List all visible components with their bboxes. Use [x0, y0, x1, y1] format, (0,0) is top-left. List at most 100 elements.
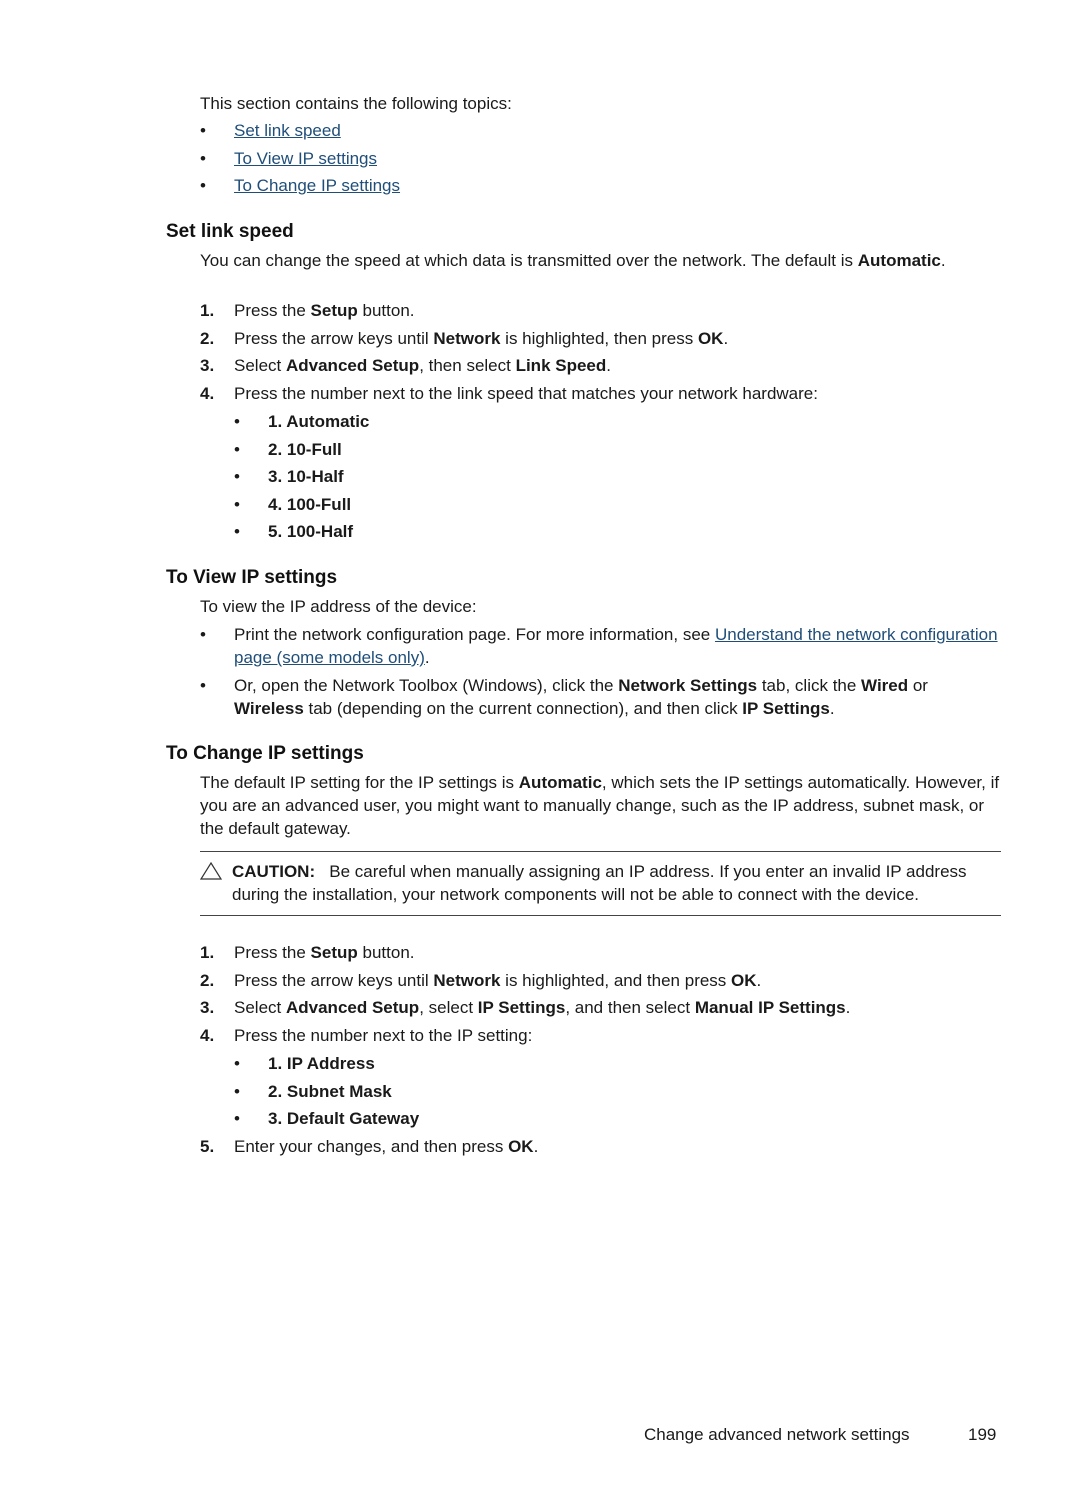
text-run: .	[829, 699, 835, 718]
change-ip-description: The default IP setting for the IP settin…	[200, 771, 1005, 840]
bullet-icon: •	[200, 676, 206, 695]
step-number: 1.	[200, 301, 215, 320]
bullet-icon: •	[234, 522, 240, 541]
text-run: Press the arrow keys until	[234, 970, 434, 990]
step-number: 4.	[200, 383, 215, 403]
link-speed-steps: 1. Press the Setup button. 2. Press the arr…	[200, 300, 1000, 410]
step-number: 3.	[200, 356, 215, 375]
change-ip-step-5: 5. Enter your changes, and then press OK…	[200, 1136, 1000, 1158]
bullet-icon: •	[234, 1109, 240, 1128]
step-text: Press the Setup button.	[234, 301, 415, 320]
bold-term: Setup	[310, 943, 358, 962]
list-item: • Print the network configuration page. …	[200, 623, 1000, 669]
item-text: Or, open the Network Toolbox (Windows), …	[234, 676, 928, 718]
topic-item: • To Change IP settings	[200, 175, 400, 203]
step-number: 5.	[200, 1137, 215, 1156]
step-number: 1.	[200, 943, 215, 962]
bullet-icon: •	[234, 1054, 240, 1073]
bold-term: Advanced Setup	[285, 998, 420, 1017]
bold-term: IP Settings	[477, 998, 566, 1017]
option-item: • 2. Subnet Mask	[234, 1081, 419, 1109]
caution-icon	[199, 861, 223, 886]
bullet-icon: •	[234, 1081, 240, 1101]
text-run: or	[908, 676, 928, 695]
bullet-icon: •	[200, 148, 206, 168]
caution-label: CAUTION:	[232, 862, 316, 881]
text-run: Press the	[234, 943, 311, 962]
step-item: 3. Select Advanced Setup, select IP Setti…	[200, 997, 1010, 1019]
step-number: 2.	[200, 970, 215, 990]
bold-term: IP Settings	[742, 699, 830, 718]
heading-change-ip-settings: To Change IP settings	[166, 743, 364, 764]
bold-term: Link Speed	[515, 356, 607, 375]
heading-view-ip-settings: To View IP settings	[166, 567, 338, 588]
text-run: Press the number next to the link speed …	[234, 383, 818, 403]
text-run: Or, open the Network Toolbox (Windows), …	[234, 676, 619, 695]
option-item: • 4. 100-Full	[234, 494, 369, 522]
link-change-ip-settings[interactable]: To Change IP settings	[234, 176, 400, 195]
text-run: The default IP setting for the IP settin…	[200, 773, 519, 792]
step-number: 2.	[200, 328, 215, 348]
option-label: 1. Automatic	[268, 412, 370, 431]
step-text: Press the arrow keys until Network is hi…	[234, 329, 728, 348]
change-ip-steps: 1. Press the Setup button. 2. Press the arr…	[200, 942, 1010, 1052]
step-text: Press the number next to the link speed …	[234, 384, 818, 403]
bullet-icon: •	[234, 467, 240, 486]
option-item: • 1. Automatic	[234, 411, 369, 439]
text-run: , select	[419, 998, 478, 1017]
text-run: .	[756, 970, 762, 990]
step-text: Select Advanced Setup, then select Link …	[234, 356, 611, 375]
bullet-icon: •	[234, 439, 240, 459]
option-label: 3. 10-Half	[268, 467, 344, 486]
ip-setting-options: • 1. IP Address • 2. Subnet Mask • 3. Default…	[234, 1053, 419, 1136]
bullet-icon: •	[200, 121, 206, 140]
bold-term: Automatic	[518, 773, 602, 792]
bold-term: Wireless	[234, 699, 304, 718]
topic-item: • To View IP settings	[200, 148, 400, 176]
caution-text: Be careful when manually assigning an IP…	[232, 862, 967, 904]
heading-set-link-speed: Set link speed	[166, 221, 294, 242]
text-run: Press the number next to the IP setting:	[234, 1025, 533, 1045]
text-run: , then select	[419, 356, 516, 375]
text-run: tab, click the	[757, 676, 862, 695]
step-item: 5. Enter your changes, and then press OK…	[200, 1136, 1000, 1158]
step-item: 1. Press the Setup button.	[200, 300, 1000, 322]
step-number: 3.	[200, 998, 215, 1017]
option-label: 4. 100-Full	[268, 494, 352, 514]
step-item: 2. Press the arrow keys until Network is …	[200, 328, 1000, 350]
bold-term: OK	[697, 328, 724, 348]
bold-term: Network Settings	[618, 676, 758, 695]
text-run: is highlighted, then press	[500, 328, 698, 348]
topic-item: • Set link speed	[200, 120, 400, 148]
text-run: Press the arrow keys until	[234, 328, 434, 348]
step-number: 4.	[200, 1025, 215, 1045]
text-run: .	[845, 998, 851, 1017]
option-label: 2. 10-Full	[268, 439, 342, 459]
option-label: 5. 100-Half	[268, 522, 354, 541]
link-set-link-speed[interactable]: Set link speed	[234, 121, 341, 140]
page-number: 199	[968, 1425, 997, 1444]
step-item: 3. Select Advanced Setup, then select Lin…	[200, 355, 1000, 377]
text-run: is highlighted, and then press	[500, 970, 732, 990]
option-item: • 5. 100-Half	[234, 521, 369, 549]
step-item: 1. Press the Setup button.	[200, 942, 1010, 964]
bold-term: Network	[433, 970, 501, 990]
bold-term: Manual IP Settings	[694, 998, 846, 1017]
link-view-ip-settings[interactable]: To View IP settings	[234, 149, 377, 168]
bold-term: Setup	[310, 301, 358, 320]
default-value: Automatic	[857, 251, 941, 270]
option-label: 3. Default Gateway	[268, 1109, 420, 1128]
bold-term: OK	[508, 1137, 534, 1156]
description-text: You can change the speed at which data i…	[200, 251, 858, 270]
option-label: 1. IP Address	[268, 1054, 375, 1073]
caution-content: CAUTION: Be careful when manually assign…	[199, 860, 1001, 906]
intro-text: This section contains the following topi…	[200, 94, 512, 113]
option-item: • 2. 10-Full	[234, 439, 369, 467]
step-text: Enter your changes, and then press OK.	[234, 1137, 538, 1156]
link-speed-options: • 1. Automatic • 2. 10-Full • 3. 10-Half • 4. 1…	[234, 411, 369, 549]
option-label: 2. Subnet Mask	[268, 1081, 392, 1101]
bold-term: Network	[433, 328, 501, 348]
text-run: , and then select	[565, 998, 695, 1017]
link-speed-description: You can change the speed at which data i…	[200, 249, 960, 272]
bold-term: Advanced Setup	[285, 356, 420, 375]
